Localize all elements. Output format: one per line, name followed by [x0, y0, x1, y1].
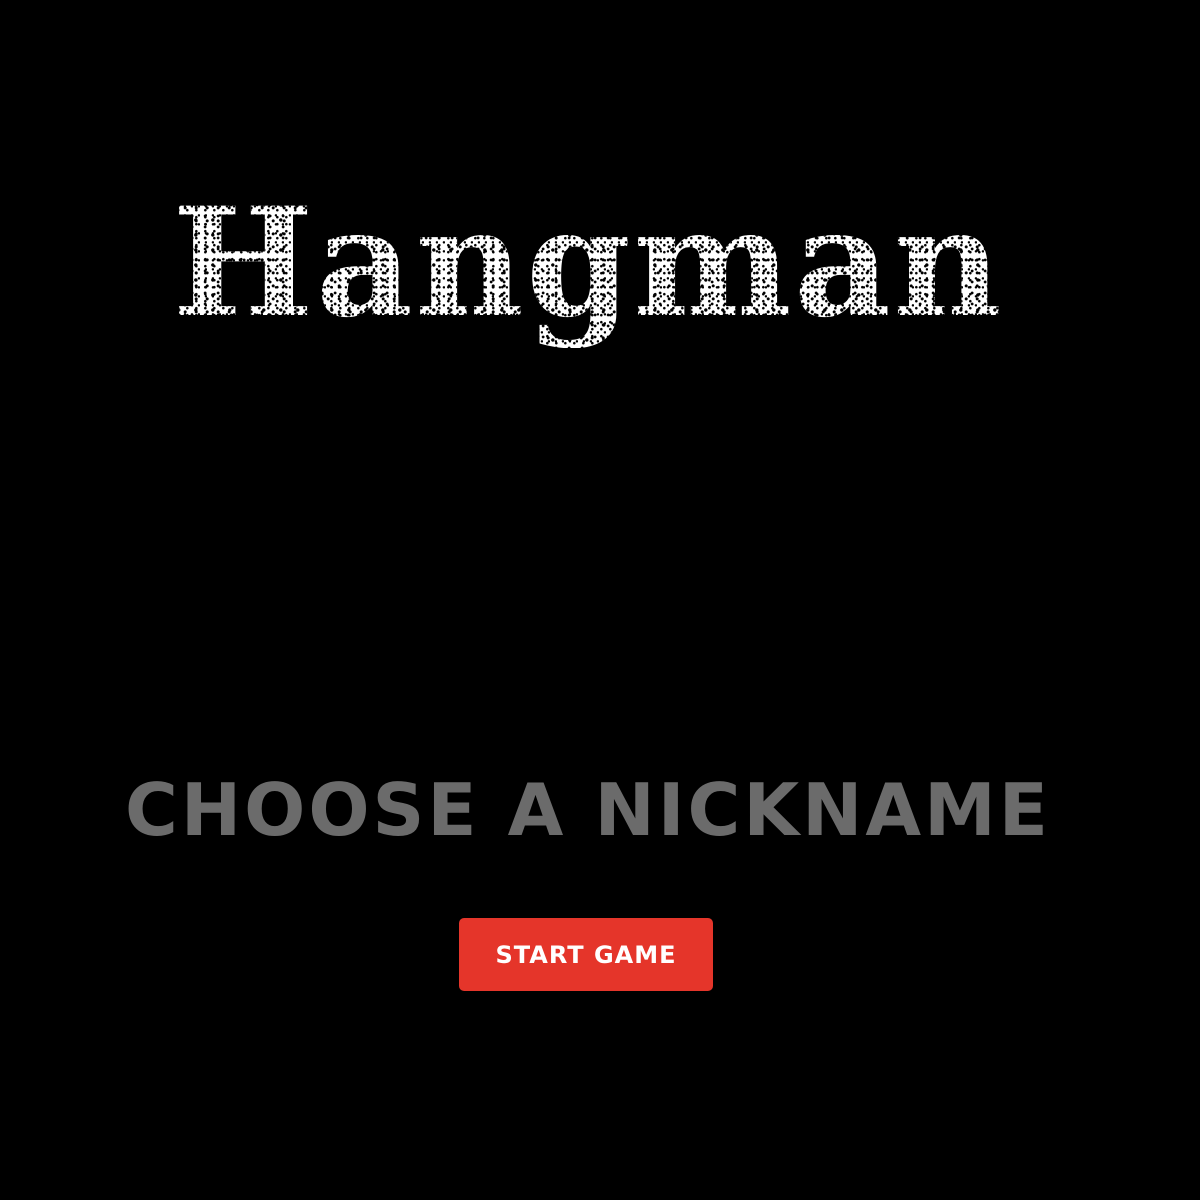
title-container: Hangman [0, 178, 1176, 348]
game-start-screen: Hangman START GAME [0, 0, 1200, 1200]
start-game-button[interactable]: START GAME [459, 918, 713, 991]
game-title: Hangman [172, 175, 1004, 351]
nickname-input[interactable] [100, 760, 1076, 860]
